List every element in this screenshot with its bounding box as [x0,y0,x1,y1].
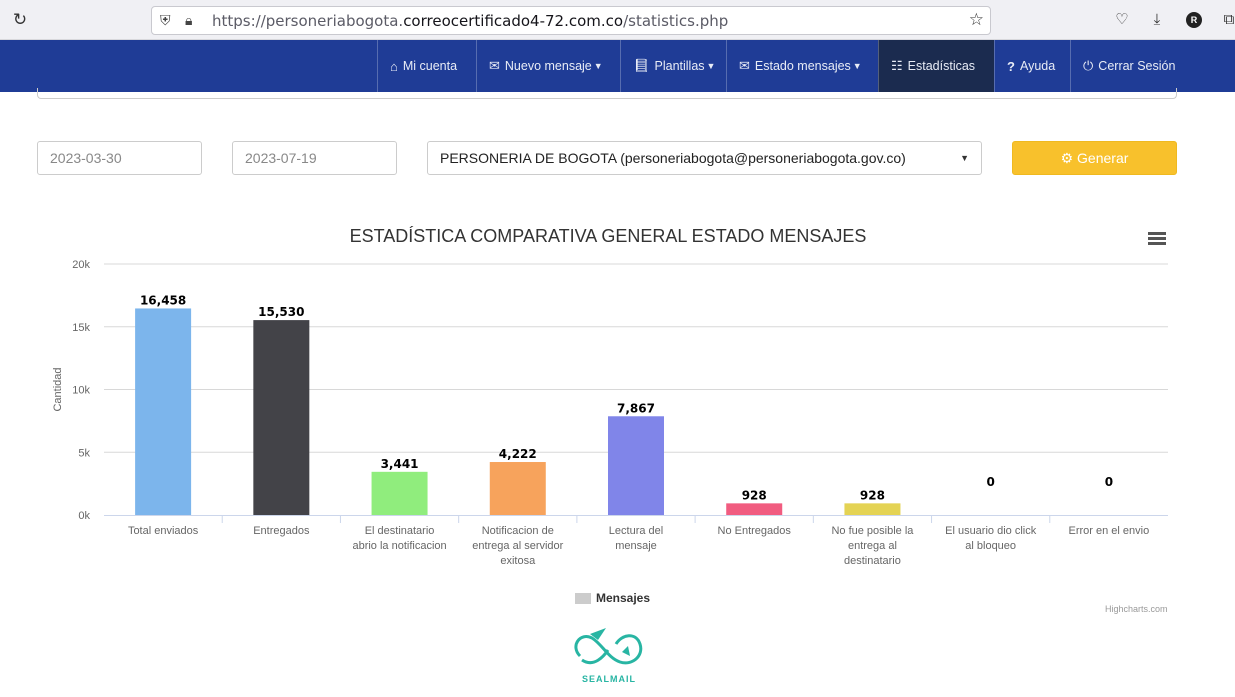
bar [371,471,428,515]
x-tick-label: exitosa [500,555,536,567]
main-navbar: ⌂ Mi cuenta ✉ Nuevo mensaje ▼ 📘︎ Plantil… [0,40,1235,92]
book-icon: 📘︎ [633,58,650,73]
data-label: 0 [986,475,994,489]
generate-button[interactable]: ⚙ Generar [1012,141,1177,175]
address-bar[interactable]: ⛨ 🔒︎ https://personeriabogota.correocert… [151,6,991,35]
x-tick-label: El destinatario [365,525,435,537]
nav-label: Ayuda [1019,59,1056,73]
nav-plantillas[interactable]: 📘︎ Plantillas ▼ [620,40,726,92]
nav-label: Cerrar Sesión [1098,59,1176,73]
x-tick-label: entrega al servidor [472,540,563,552]
download-icon[interactable]: ⤓ [1148,10,1166,30]
shield-icon[interactable]: ⛨ [160,12,171,29]
nav-mi-cuenta[interactable]: ⌂ Mi cuenta [377,40,476,92]
chart-menu-icon[interactable] [1148,232,1166,246]
x-tick-label: destinatario [844,555,901,567]
chart-legend[interactable]: Mensajes [575,591,650,605]
home-icon: ⌂ [390,58,398,74]
data-label: 0 [1105,475,1113,489]
nav-cerrar-sesion[interactable]: ⏻ Cerrar Sesión [1070,40,1190,92]
lock-icon[interactable]: 🔒︎ [185,12,192,29]
cogs-icon: ⚙ [1060,150,1074,166]
nav-ayuda[interactable]: ? Ayuda [994,40,1070,92]
x-tick-label: al bloqueo [965,540,1016,552]
bar [726,503,783,515]
data-label: 928 [742,488,767,502]
data-label: 16,458 [140,293,186,307]
y-tick-label: 5k [78,447,90,459]
nav-label: Nuevo mensaje [504,59,592,73]
legend-label: Mensajes [596,591,651,605]
question-icon: ? [1007,58,1015,74]
url-text[interactable]: https://personeriabogota.correocertifica… [212,12,728,30]
x-tick-label: El usuario dio click [945,525,1037,537]
bar-chart-icon: ☷ [891,58,903,73]
account-avatar[interactable]: R [1186,12,1202,28]
y-axis-label: Cantidad [52,367,64,411]
x-tick-label: Entregados [253,525,310,537]
caret-down-icon: ▼ [593,61,603,71]
reload-icon[interactable]: ↻ [10,10,30,30]
account-select-value: PERSONERIA DE BOGOTA (personeriabogota@p… [440,150,906,166]
bookmark-star-icon[interactable]: ☆ [969,10,984,30]
nav-label: Estado mensajes [754,59,851,73]
nav-estadisticas[interactable]: ☷ Estadísticas [878,40,994,92]
x-tick-label: Lectura del [609,525,663,537]
x-tick-label: No fue posible la [831,525,914,537]
sealmail-logo: SEALMAIL [568,626,650,692]
pocket-icon[interactable]: ♡ [1113,10,1131,30]
bar [489,462,546,515]
x-tick-label: abrio la notificacion [352,540,446,552]
nav-label: Plantillas [654,59,705,73]
x-tick-label: Notificacion de [482,525,554,537]
extensions-icon[interactable]: ⧉ [1220,10,1235,30]
data-label: 928 [860,488,885,502]
data-label: 3,441 [381,457,419,471]
caret-down-icon: ▼ [960,153,969,163]
nav-nuevo-mensaje[interactable]: ✉ Nuevo mensaje ▼ [476,40,620,92]
y-tick-label: 15k [72,322,90,334]
y-tick-label: 20k [72,259,90,271]
x-tick-label: Error en el envio [1069,525,1150,537]
y-tick-label: 0k [78,510,90,522]
power-icon: ⏻ [1083,58,1094,73]
bar [135,308,192,515]
data-label: 7,867 [617,401,655,415]
bar [844,503,901,515]
envelope-icon: ✉ [739,58,750,73]
data-label: 4,222 [499,447,537,461]
bar [608,416,664,515]
browser-toolbar: ↻ ⛨ 🔒︎ https://personeriabogota.correoce… [0,0,1235,40]
nav-label: Mi cuenta [402,59,458,73]
legend-swatch [575,592,591,604]
nav-estado-mensajes[interactable]: ✉ Estado mensajes ▼ [726,40,878,92]
x-tick-label: mensaje [615,540,657,552]
caret-down-icon: ▼ [852,61,862,71]
bar [253,320,310,515]
logo-wordmark: SEALMAIL [582,674,636,684]
date-to-input[interactable]: 2023-07-19 [232,141,397,175]
envelope-icon: ✉ [489,58,500,73]
date-from-input[interactable]: 2023-03-30 [37,141,202,175]
bar-chart: 0k 5k 10k 15k 20k Cantidad 16,458 Total enviado… [52,259,1168,567]
caret-down-icon: ▼ [706,61,716,71]
account-select[interactable]: PERSONERIA DE BOGOTA (personeriabogota@p… [427,141,982,175]
x-tick-label: No Entregados [718,525,792,537]
x-tick-label: Total enviados [128,525,199,537]
generate-label: Generar [1077,150,1129,166]
y-tick-label: 10k [72,385,90,397]
x-tick-label: entrega al [848,540,897,552]
collapsed-panel [37,88,1177,99]
data-label: 15,530 [258,305,304,319]
chart-credits[interactable]: Highcharts.com [1105,604,1168,614]
nav-label: Estadísticas [907,59,976,73]
chart-title: ESTADÍSTICA COMPARATIVA GENERAL ESTADO M… [349,226,867,246]
